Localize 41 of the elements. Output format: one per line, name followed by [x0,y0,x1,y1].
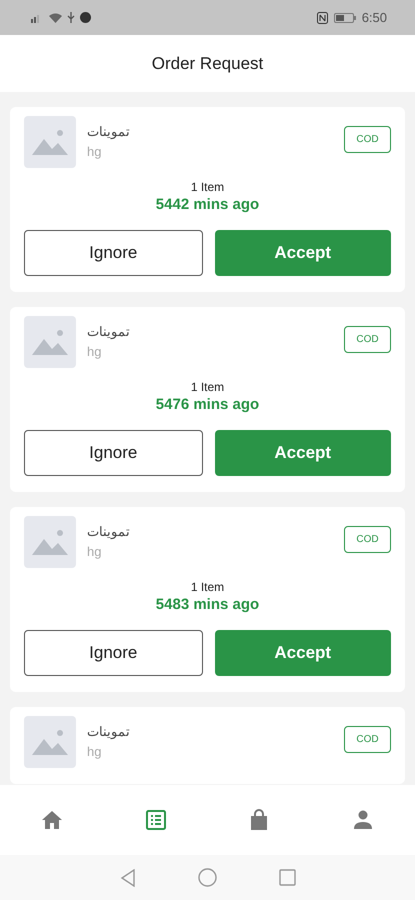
store-name: تموينات [87,323,130,342]
payment-badge: COD [344,726,391,753]
page-title: Order Request [152,52,264,75]
accept-button[interactable]: Accept [214,430,391,476]
wifi-icon [49,12,62,22]
status-time: 6:50 [362,8,387,27]
store-subtitle: hg [87,742,102,761]
image-placeholder-icon [24,116,76,168]
item-count: 1 Item [190,379,224,395]
home-icon[interactable] [40,809,63,831]
time-ago: 5442 mins ago [156,195,260,215]
accept-button[interactable]: Accept [214,630,391,676]
item-count: 1 Item [190,179,224,195]
ignore-button[interactable]: Ignore [24,630,202,676]
nfc-icon [316,12,328,24]
ignore-button[interactable]: Ignore [24,430,202,476]
payment-badge: COD [344,326,391,353]
image-placeholder-icon [24,716,76,768]
image-placeholder-icon [24,316,76,368]
battery-icon [334,12,356,22]
item-count: 1 Item [190,579,224,595]
accept-button[interactable]: Accept [214,230,391,276]
usb-icon [67,12,75,23]
store-subtitle: hg [87,142,102,161]
store-name: تموينات [87,723,130,742]
time-ago: 5483 mins ago [156,595,260,615]
store-name: تموينات [87,523,130,542]
recents-icon[interactable] [278,869,296,886]
back-icon[interactable] [120,868,136,886]
profile-icon[interactable] [352,809,374,831]
image-placeholder-icon [24,516,76,568]
store-subtitle: hg [87,542,102,561]
payment-badge: COD [344,126,391,153]
store-name: تموينات [87,123,130,142]
payment-badge: COD [344,526,391,553]
ignore-button[interactable]: Ignore [24,230,202,276]
app-icon [80,12,91,23]
list-icon[interactable] [144,809,167,831]
store-subtitle: hg [87,342,102,361]
home-circle-icon[interactable] [198,868,216,887]
time-ago: 5476 mins ago [156,395,260,415]
